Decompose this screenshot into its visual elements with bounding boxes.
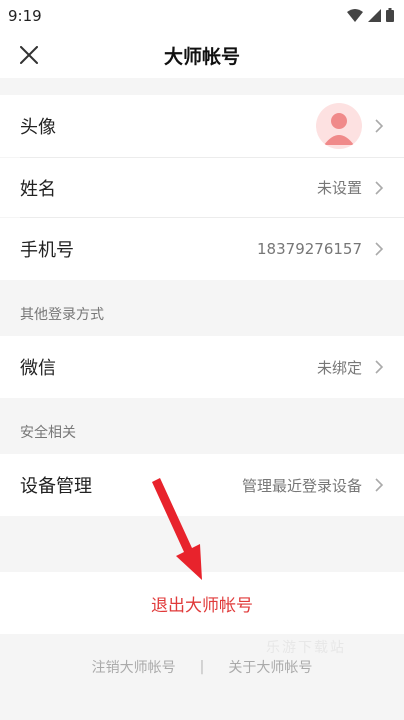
about-account-link[interactable]: 关于大师帐号 [228, 657, 312, 677]
avatar [316, 103, 362, 149]
phone-value: 18379276157 [257, 240, 362, 258]
chevron-right-icon [374, 180, 384, 196]
status-bar: 9:19 [0, 0, 404, 32]
footer-links: 注销大师帐号 | 关于大师帐号 [0, 655, 404, 679]
wifi-icon [347, 7, 363, 26]
default-avatar-icon [324, 113, 354, 145]
page-title: 大师帐号 [163, 45, 240, 68]
section-title-security: 安全相关 [20, 425, 76, 441]
avatar-row[interactable]: 头像 [0, 95, 404, 157]
battery-icon [386, 7, 394, 26]
name-label: 姓名 [20, 178, 56, 200]
red-arrow-annotation [152, 478, 202, 580]
chevron-right-icon [374, 241, 384, 257]
cellular-signal-icon [368, 7, 381, 26]
section-title-other-login: 其他登录方式 [20, 307, 104, 323]
phone-row[interactable]: 手机号 18379276157 [0, 218, 404, 280]
watermark-text: 乐游下载站 [266, 640, 346, 656]
chevron-right-icon [374, 477, 384, 493]
avatar-label: 头像 [20, 117, 56, 138]
wechat-label: 微信 [20, 358, 56, 379]
wechat-row[interactable]: 微信 未绑定 [0, 336, 404, 398]
name-value: 未设置 [316, 179, 362, 197]
wechat-value: 未绑定 [316, 358, 362, 377]
chevron-right-icon [374, 118, 384, 134]
status-icons [347, 7, 394, 26]
logout-label: 退出大师帐号 [151, 595, 253, 616]
device-management-value: 管理最近登录设备 [241, 476, 362, 495]
close-icon [20, 46, 38, 64]
account-screen: 9:19 大师帐号 头像 姓名 未设置 手机号 18379276157 其他登录… [0, 0, 404, 720]
chevron-right-icon [374, 359, 384, 375]
name-row[interactable]: 姓名 未设置 [0, 158, 404, 217]
close-button[interactable] [14, 40, 44, 70]
phone-label: 手机号 [20, 240, 74, 261]
footer-separator: | [199, 659, 205, 675]
cancel-account-link[interactable]: 注销大师帐号 [92, 657, 176, 677]
top-app-bar: 大师帐号 [0, 32, 404, 78]
status-time: 9:19 [8, 7, 42, 25]
